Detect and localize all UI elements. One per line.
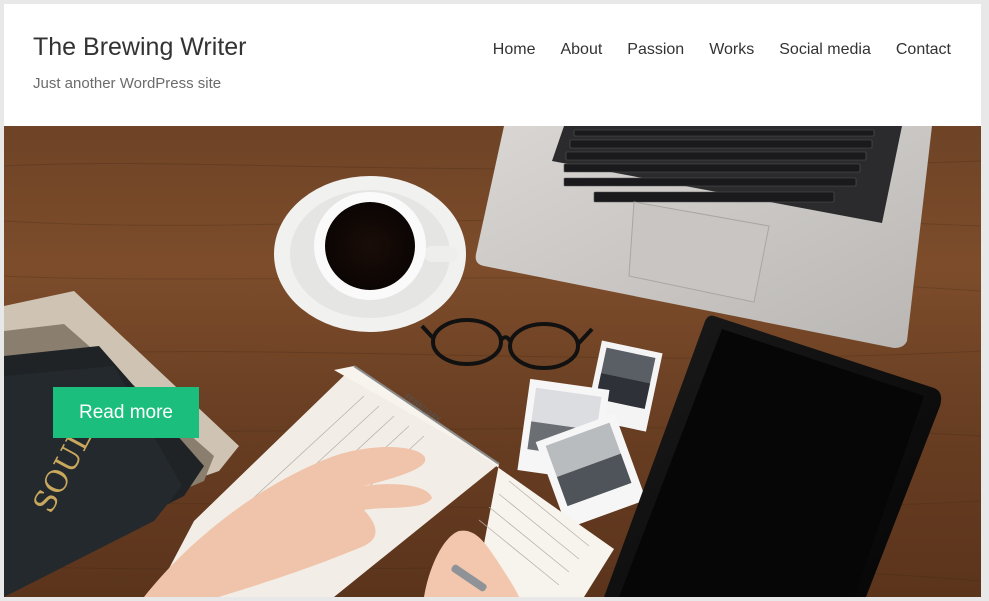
site-title[interactable]: The Brewing Writer xyxy=(33,33,247,62)
nav-item-passion[interactable]: Passion xyxy=(627,41,684,59)
laptop xyxy=(475,126,932,348)
read-more-button[interactable]: Read more xyxy=(53,387,199,438)
nav-item-social-media[interactable]: Social media xyxy=(779,41,871,59)
nav-item-about[interactable]: About xyxy=(560,41,602,59)
coffee-cup xyxy=(274,176,466,332)
page-frame: The Brewing Writer Just another WordPres… xyxy=(4,4,981,597)
glasses xyxy=(420,318,594,370)
site-header: The Brewing Writer Just another WordPres… xyxy=(4,4,981,126)
nav-item-works[interactable]: Works xyxy=(709,41,754,59)
nav-item-home[interactable]: Home xyxy=(493,41,536,59)
site-tagline: Just another WordPress site xyxy=(33,75,222,92)
nav-item-contact[interactable]: Contact xyxy=(896,41,951,59)
hero-banner: SOUL FEBRUARY Read more xyxy=(4,126,981,597)
hero-image: SOUL FEBRUARY xyxy=(4,126,981,597)
main-nav: Home About Passion Works Social media Co… xyxy=(493,41,951,59)
